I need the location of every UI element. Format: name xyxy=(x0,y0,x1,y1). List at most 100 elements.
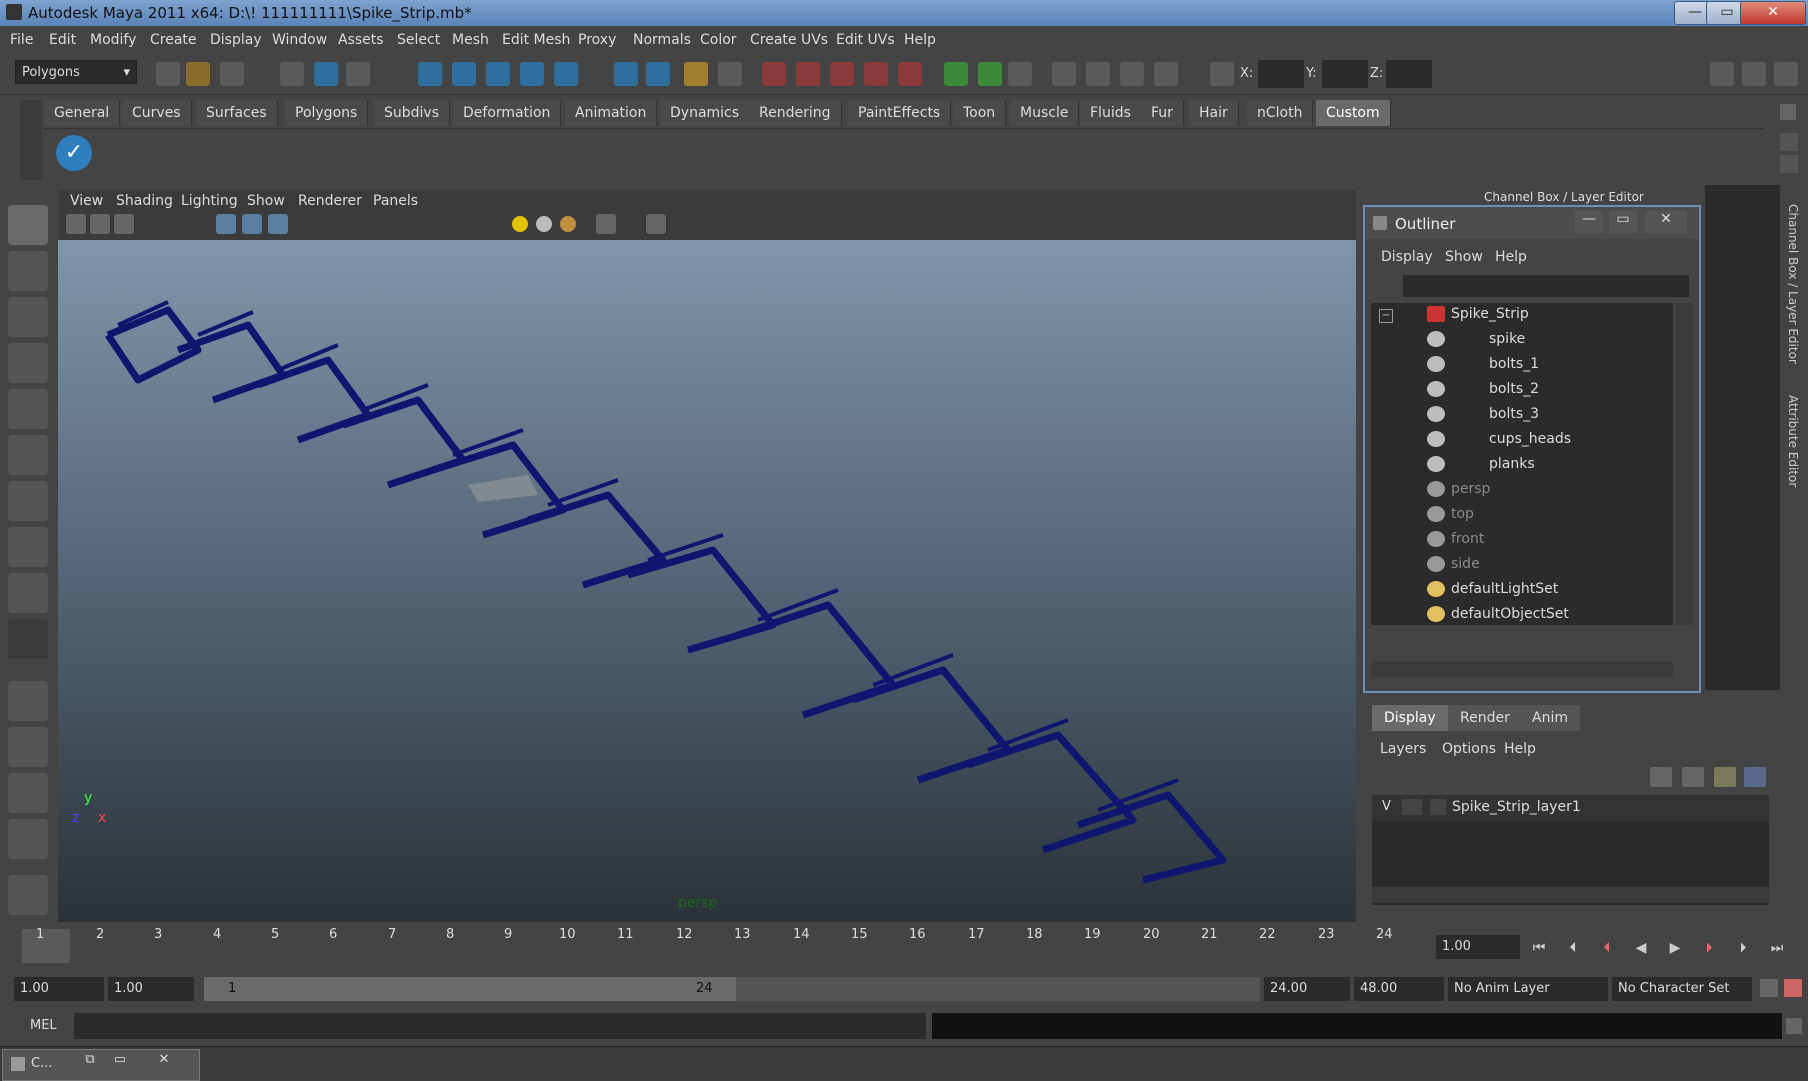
menu-mesh[interactable]: Mesh xyxy=(452,32,489,48)
tab-deformation[interactable]: Deformation xyxy=(453,100,562,126)
tab-layer-render[interactable]: Render xyxy=(1448,705,1522,731)
menu-set-dropdown[interactable]: Polygons ▾ xyxy=(15,60,137,84)
mel-input[interactable] xyxy=(74,1013,926,1039)
anim-layer-dropdown[interactable]: No Anim Layer xyxy=(1448,977,1608,1001)
outliner-hscrollbar[interactable] xyxy=(1371,661,1673,677)
auto-key-icon[interactable] xyxy=(1760,979,1778,997)
select-hierarchy-icon[interactable] xyxy=(280,62,304,86)
transform-mode-icon[interactable] xyxy=(1210,62,1234,86)
menu-color[interactable]: Color xyxy=(700,32,737,48)
tab-custom[interactable]: Custom xyxy=(1316,100,1391,126)
tab-subdivs[interactable]: Subdivs xyxy=(374,100,451,126)
select-highlight-icon[interactable] xyxy=(718,62,742,86)
outliner-item-side[interactable]: side xyxy=(1371,553,1671,577)
current-frame-marker[interactable] xyxy=(22,929,70,963)
outliner-item-cups-heads[interactable]: cups_heads xyxy=(1371,428,1671,452)
vp-menu-renderer[interactable]: Renderer xyxy=(298,193,362,209)
start-time-field[interactable]: 1.00 xyxy=(14,977,104,1001)
viewport-canvas[interactable]: y x z persp xyxy=(58,240,1356,922)
select-object-icon[interactable] xyxy=(314,62,338,86)
new-layer-selected-icon[interactable] xyxy=(1682,767,1704,787)
shadows-icon[interactable] xyxy=(560,216,576,232)
vp-menu-shading[interactable]: Shading xyxy=(116,193,173,209)
close-button[interactable]: ✕ xyxy=(153,1052,175,1074)
step-forward-icon[interactable]: ⏵ xyxy=(1729,935,1757,961)
render-view-icon[interactable] xyxy=(898,62,922,86)
smooth-shade-icon[interactable] xyxy=(242,214,262,234)
rotate-tool-icon[interactable] xyxy=(8,389,48,429)
help-icon[interactable] xyxy=(646,62,670,86)
x-input[interactable] xyxy=(1258,60,1304,88)
maximize-button[interactable]: ▭ xyxy=(109,1052,131,1074)
outliner-item-persp[interactable]: persp xyxy=(1371,478,1671,502)
ipr-render-icon[interactable] xyxy=(796,62,820,86)
outliner-close-button[interactable]: ✕ xyxy=(1645,211,1687,233)
tab-fur[interactable]: Fur xyxy=(1141,100,1184,126)
close-button[interactable]: ✕ xyxy=(1740,1,1806,25)
vp-menu-view[interactable]: View xyxy=(70,193,103,209)
outliner-menu-help[interactable]: Help xyxy=(1495,249,1527,265)
outliner-item-top[interactable]: top xyxy=(1371,503,1671,527)
outliner-item-default-light-set[interactable]: defaultLightSet xyxy=(1371,578,1671,602)
save-scene-icon[interactable] xyxy=(220,62,244,86)
tab-polygons[interactable]: Polygons xyxy=(285,100,369,126)
outliner-vscrollbar[interactable] xyxy=(1675,303,1693,625)
tab-rendering[interactable]: Rendering xyxy=(749,100,842,126)
tab-curves[interactable]: Curves xyxy=(122,100,192,126)
menu-window[interactable]: Window xyxy=(272,32,327,48)
select-component-icon[interactable] xyxy=(346,62,370,86)
hypershade-icon[interactable] xyxy=(864,62,888,86)
tab-animation[interactable]: Animation xyxy=(565,100,658,126)
xray-icon[interactable] xyxy=(646,214,666,234)
input-line-2-icon[interactable] xyxy=(978,62,1002,86)
tab-dynamics[interactable]: Dynamics xyxy=(660,100,751,126)
single-perspective-layout-icon[interactable] xyxy=(8,681,48,721)
outliner-menu-show[interactable]: Show xyxy=(1445,249,1483,265)
paint-select-tool-icon[interactable] xyxy=(8,297,48,337)
layer-template-toggle[interactable] xyxy=(1402,799,1422,815)
preferences-icon[interactable] xyxy=(1784,979,1802,997)
hypergraph-icon[interactable] xyxy=(1154,62,1178,86)
checkmark-shelf-button[interactable]: ✓ xyxy=(56,135,92,171)
menu-display[interactable]: Display xyxy=(210,32,262,48)
scale-tool-icon[interactable] xyxy=(8,435,48,475)
outliner-list[interactable]: − Spike_Strip spike bolts_1 bolts_2 bolt… xyxy=(1371,303,1673,625)
snap-plane-icon[interactable] xyxy=(520,62,544,86)
bookmark-icon[interactable] xyxy=(90,214,110,234)
outliner-minimize-button[interactable]: — xyxy=(1575,211,1603,233)
manipulator-tool-icon[interactable] xyxy=(8,481,48,521)
menu-edit[interactable]: Edit xyxy=(49,32,76,48)
range-slider-track[interactable] xyxy=(736,977,1260,1001)
snap-surface-icon[interactable] xyxy=(554,62,578,86)
snap-point-icon[interactable] xyxy=(486,62,510,86)
open-scene-icon[interactable] xyxy=(186,62,210,86)
outliner-persp-layout-icon[interactable] xyxy=(8,773,48,813)
tab-hair[interactable]: Hair xyxy=(1189,100,1239,126)
layer-menu-layers[interactable]: Layers xyxy=(1380,741,1426,757)
menu-help[interactable]: Help xyxy=(904,32,936,48)
end-time-field[interactable]: 48.00 xyxy=(1354,977,1444,1001)
play-forward-icon[interactable]: ▶ xyxy=(1661,935,1689,961)
layer-row[interactable]: V Spike_Strip_layer1 xyxy=(1372,795,1769,821)
character-set-dropdown[interactable]: No Character Set xyxy=(1612,977,1752,1001)
default-light-icon[interactable] xyxy=(512,216,528,232)
outliner-item-front[interactable]: front xyxy=(1371,528,1671,552)
outliner-item-spike[interactable]: spike xyxy=(1371,328,1671,352)
input-line-icon[interactable] xyxy=(944,62,968,86)
outliner-item-spike-strip[interactable]: Spike_Strip xyxy=(1371,303,1671,327)
outliner-item-bolts-3[interactable]: bolts_3 xyxy=(1371,403,1671,427)
last-tool-icon[interactable] xyxy=(8,619,48,659)
shelf-handle[interactable] xyxy=(20,100,42,180)
menu-edit-mesh[interactable]: Edit Mesh xyxy=(502,32,570,48)
vp-menu-lighting[interactable]: Lighting xyxy=(181,193,238,209)
outliner-item-bolts-2[interactable]: bolts_2 xyxy=(1371,378,1671,402)
isolate-select-icon[interactable] xyxy=(596,214,616,234)
all-lights-icon[interactable] xyxy=(536,216,552,232)
lock-icon[interactable] xyxy=(684,62,708,86)
camera-attributes-icon[interactable] xyxy=(66,214,86,234)
select-tool-icon[interactable] xyxy=(8,205,48,245)
vp-menu-panels[interactable]: Panels xyxy=(373,193,418,209)
layer-menu-options[interactable]: Options xyxy=(1442,741,1496,757)
tab-muscle[interactable]: Muscle xyxy=(1010,100,1080,126)
tab-painteffects[interactable]: PaintEffects xyxy=(848,100,952,126)
